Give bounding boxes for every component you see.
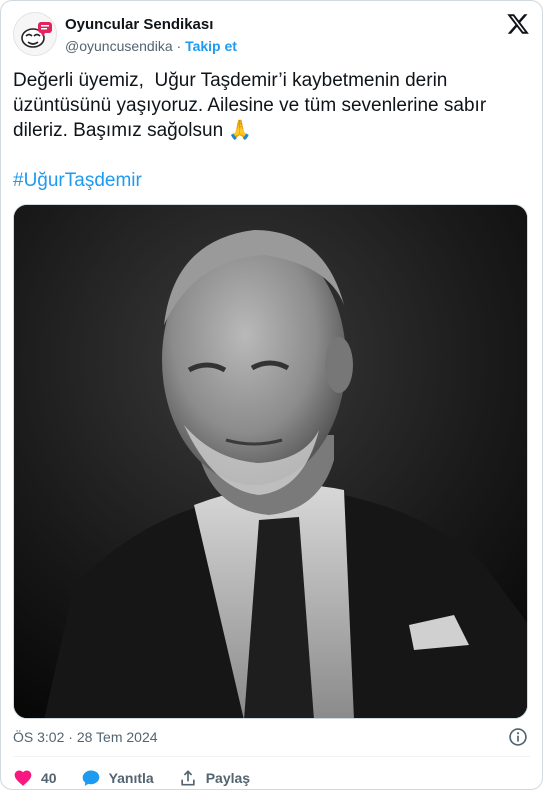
handle-separator: · (176, 38, 182, 54)
speech-bubble-icon (82, 770, 99, 786)
tweet-actions: 40 Yanıtla Paylaş (13, 766, 274, 789)
heart-icon (14, 770, 32, 786)
tweet-header: Oyuncular Sendikası @oyuncusendika · Tak… (13, 12, 530, 58)
account-handle[interactable]: @oyuncusendika (65, 38, 173, 54)
reply-button[interactable]: Yanıtla (81, 768, 154, 788)
divider (13, 756, 530, 757)
like-count: 40 (41, 770, 57, 786)
account-avatar[interactable] (13, 12, 57, 56)
share-label: Paylaş (205, 770, 251, 786)
author-info: Oyuncular Sendikası @oyuncusendika · Tak… (65, 15, 237, 56)
hashtag-link[interactable]: #UğurTaşdemir (13, 168, 142, 193)
tweet-timestamp[interactable]: ÖS 3:02 · 28 Tem 2024 (13, 729, 158, 745)
tweet-photo[interactable] (13, 204, 528, 719)
info-icon[interactable] (508, 727, 528, 747)
tweet-time: ÖS 3:02 (13, 729, 65, 745)
tweet-date: 28 Tem 2024 (76, 729, 158, 745)
portrait-image (14, 205, 527, 718)
like-button[interactable]: 40 (13, 768, 57, 788)
follow-button[interactable]: Takip et (185, 38, 237, 54)
share-button[interactable]: Paylaş (178, 768, 250, 788)
reply-label: Yanıtla (108, 770, 154, 786)
tweet-card: Oyuncular Sendikası @oyuncusendika · Tak… (0, 0, 543, 790)
handle-row: @oyuncusendika · Takip et (65, 37, 237, 56)
avatar-logo-icon (14, 13, 56, 55)
share-upload-icon (181, 770, 195, 786)
display-name[interactable]: Oyuncular Sendikası (65, 15, 237, 34)
timestamp-separator: · (68, 729, 73, 745)
x-logo-icon[interactable] (506, 12, 530, 36)
tweet-text: Değerli üyemiz, Uğur Taşdemir’i kaybetme… (13, 70, 492, 141)
